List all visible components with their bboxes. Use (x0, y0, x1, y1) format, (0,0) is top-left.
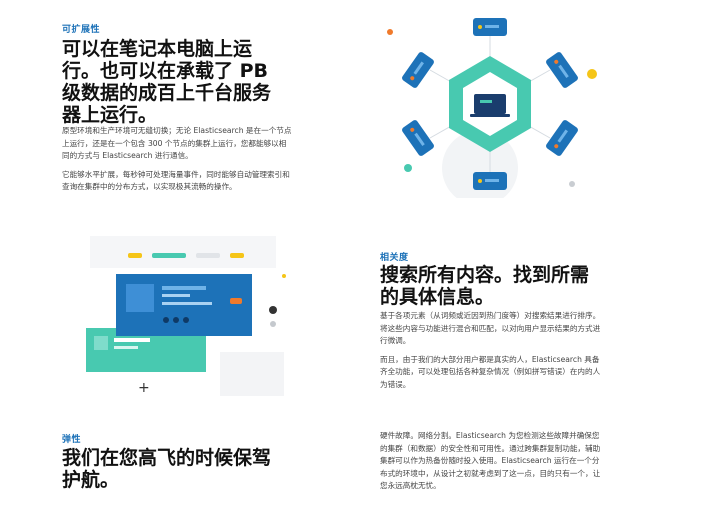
resilience-body: 硬件故障。网络分割。Elasticsearch 为您检测这些故障并确保您的集群（… (380, 430, 606, 499)
plus-icon: + (138, 380, 150, 396)
server-node-top (473, 18, 507, 36)
scalability-heading: 可以在笔记本电脑上运行。也可以在承载了 PB 级数据的成百上千台服务器上运行。 (62, 38, 272, 126)
cluster-illustration (370, 8, 610, 198)
server-node-right-top (546, 52, 578, 88)
search-bar-bg (90, 236, 276, 268)
laptop-icon (474, 94, 506, 114)
search-chip-yellow (128, 253, 142, 258)
scalability-para-2: 它能够水平扩展，每秒钟可处理海量事件，同时能够自动管理索引和查询在集群中的分布方… (62, 169, 290, 192)
accent-dot-grey (569, 181, 575, 187)
search-chip-teal (152, 253, 186, 258)
relevance-heading: 搜索所有内容。找到所需的具体信息。 (380, 264, 590, 308)
server-node-left-bottom (402, 120, 434, 156)
relevance-para-1: 基于各项元素（从词频或近因到热门度等）对搜索结果进行排序。将这些内容与功能进行混… (380, 311, 601, 346)
resilience-eyebrow: 弹性 (62, 435, 82, 445)
resilience-para-1: 硬件故障。网络分割。Elasticsearch 为您检测这些故障并确保您的集群（… (380, 431, 601, 491)
server-node-right-bottom (546, 120, 578, 156)
accent-dot-yellow (587, 69, 597, 79)
scalability-body: 原型环境和生产环境可无缝切换；无论 Elasticsearch 是在一个节点上运… (62, 125, 292, 200)
server-node-left-top (402, 52, 434, 88)
accent-dot-orange (387, 29, 393, 35)
search-illustration: + (70, 232, 290, 402)
resilience-heading: 我们在您高飞的时候保驾护航。 (62, 447, 272, 491)
server-node-bottom (473, 172, 507, 190)
pagination-dot-dark (269, 306, 277, 314)
accent-dot-teal (404, 164, 412, 172)
bg-card-right (220, 352, 284, 396)
relevance-para-2: 而且，由于我们的大部分用户都是真实的人，Elasticsearch 具备齐全功能… (380, 354, 601, 389)
relevance-body: 基于各项元素（从词频或近因到热门度等）对搜索结果进行排序。将这些内容与功能进行混… (380, 310, 606, 398)
scalability-para-1: 原型环境和生产环境可无缝切换；无论 Elasticsearch 是在一个节点上运… (62, 126, 292, 161)
relevance-eyebrow: 相关度 (380, 253, 409, 263)
scalability-eyebrow: 可扩展性 (62, 25, 101, 35)
